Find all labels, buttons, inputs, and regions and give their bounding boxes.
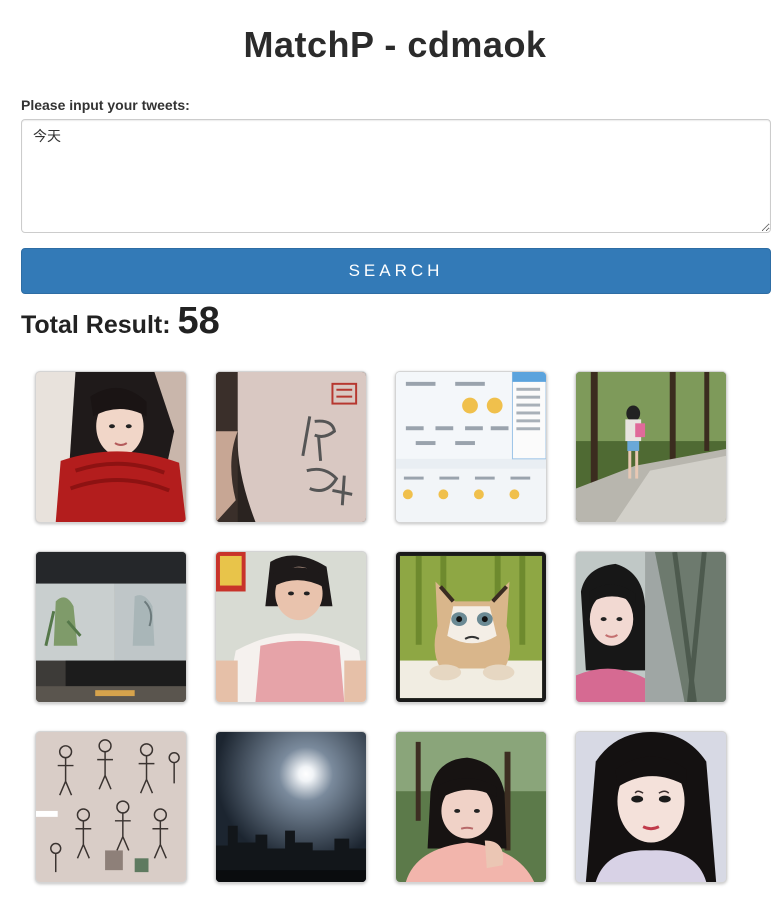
result-image-11[interactable] [395,731,547,883]
result-image-4[interactable] [575,371,727,523]
tweet-input-label: Please input your tweets: [21,97,190,113]
result-image-8[interactable] [575,551,727,703]
tweet-input[interactable] [21,119,771,233]
total-result: Total Result: 58 [21,300,220,343]
page-title: MatchP - cdmaok [243,24,547,65]
total-result-count: 58 [177,300,220,342]
result-image-2[interactable] [215,371,367,523]
result-grid [35,371,735,891]
result-image-9[interactable] [35,731,187,883]
result-image-10[interactable] [215,731,367,883]
result-image-12[interactable] [575,731,727,883]
result-image-6[interactable] [215,551,367,703]
result-image-5[interactable] [35,551,187,703]
result-image-3[interactable] [395,371,547,523]
total-result-label: Total Result: [21,311,171,339]
result-image-1[interactable] [35,371,187,523]
result-image-7[interactable] [395,551,547,703]
search-button[interactable]: SEARCH [21,248,771,294]
